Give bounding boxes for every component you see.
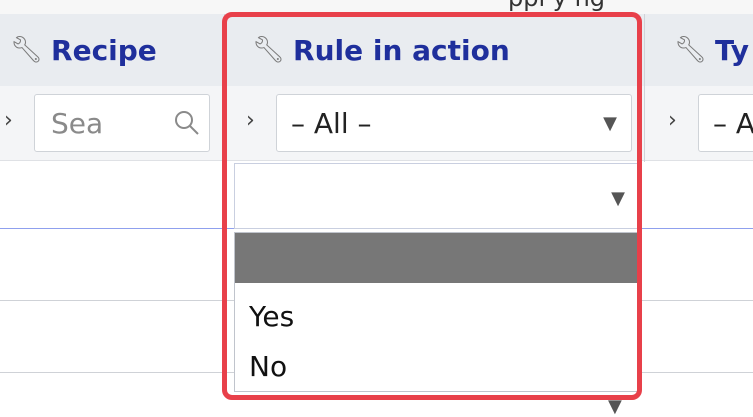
rule-in-action-cell-select[interactable]: ▼ — [234, 163, 640, 229]
wrench-icon: 🔧︎ — [10, 35, 44, 65]
column-title-rule-in-action: Rule in action — [293, 33, 510, 67]
caret-down-icon: ▼ — [603, 113, 617, 134]
cut-off-header-text: ppl y ng — [508, 0, 605, 12]
chevron-right-icon[interactable]: › — [668, 110, 677, 132]
rule-in-action-filter-select[interactable]: – All – ▼ — [276, 94, 632, 152]
chevron-right-icon[interactable]: › — [4, 110, 13, 132]
top-strip: ppl y ng — [0, 0, 753, 14]
column-divider — [644, 14, 645, 162]
recipe-search-input[interactable]: Sea — [34, 94, 210, 152]
caret-down-icon: ▼ — [611, 188, 625, 209]
column-header-rule-in-action[interactable]: 🔧︎ Rule in action — [252, 14, 510, 86]
column-title-type: Ty — [715, 33, 750, 67]
dropdown-option-empty[interactable] — [235, 233, 639, 283]
wrench-icon: 🔧︎ — [252, 35, 286, 65]
search-icon — [175, 111, 199, 135]
column-header-type[interactable]: 🔧︎ Ty — [674, 14, 749, 86]
filter-selected-value: – A — [713, 106, 753, 140]
column-divider — [224, 14, 225, 162]
caret-down-icon: ▼ — [608, 396, 622, 417]
wrench-icon: 🔧︎ — [674, 35, 708, 65]
dropdown-option-yes[interactable]: Yes — [235, 295, 639, 339]
type-filter-select[interactable]: – A — [698, 94, 753, 152]
column-title-recipe: Recipe — [51, 33, 157, 67]
chevron-right-icon[interactable]: › — [246, 110, 255, 132]
dropdown-option-no[interactable]: No — [235, 345, 639, 389]
column-header-recipe[interactable]: 🔧︎ Recipe — [10, 14, 157, 86]
filter-selected-value: – All – — [291, 106, 372, 140]
search-placeholder: Sea — [51, 106, 104, 140]
dropdown-options-list: Yes No — [234, 232, 640, 392]
